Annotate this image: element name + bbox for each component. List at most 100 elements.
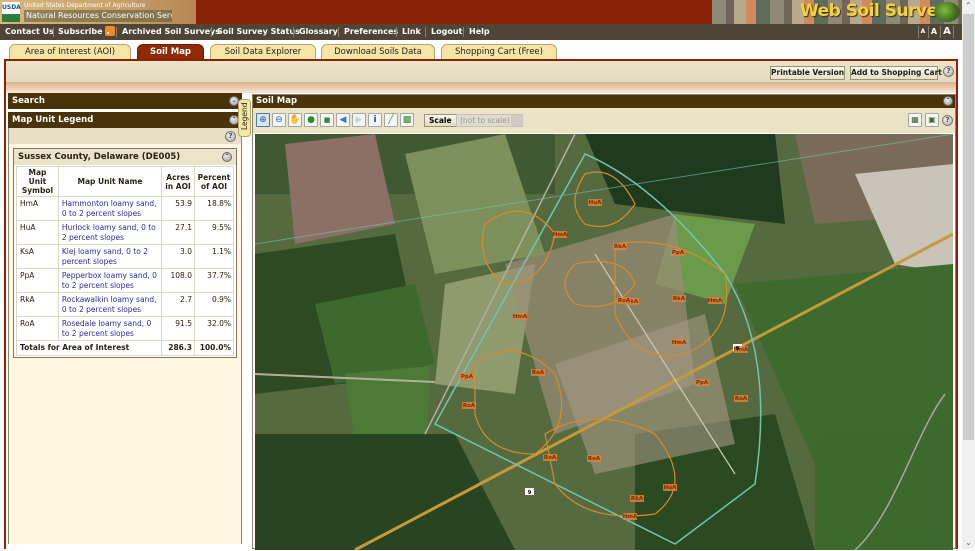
- add-to-shopping-cart-button[interactable]: Add to Shopping Cart: [850, 66, 942, 80]
- nav-glossary[interactable]: Glossary: [299, 24, 338, 40]
- soil-unit-label: HuA: [663, 484, 677, 491]
- tab-download-soils-data[interactable]: Download Soils Data: [321, 44, 435, 59]
- soil-unit-label-text: PpA: [696, 380, 709, 386]
- nav-soil-survey-status[interactable]: Soil Survey Status: [217, 24, 300, 40]
- legend-panel-header[interactable]: Map Unit Legend ⌃: [8, 112, 242, 128]
- nav-contact-us[interactable]: Contact Us: [5, 24, 54, 40]
- column-header-name: Map Unit Name: [57, 166, 163, 197]
- soil-unit-label-text: HmA: [553, 232, 568, 238]
- percent-value: 37.7%: [193, 268, 235, 293]
- font-size-small[interactable]: A: [918, 26, 927, 38]
- collapse-icon[interactable]: ⌃: [943, 96, 953, 106]
- full-extent-globe-icon[interactable]: ●: [304, 113, 318, 127]
- soil-unit-label-text: RoA: [463, 403, 476, 409]
- nav-preferences[interactable]: Preferences: [344, 24, 398, 40]
- scale-select[interactable]: (not to scale): [456, 114, 523, 127]
- nav-help[interactable]: Help: [469, 24, 490, 40]
- table-row: PpA Pepperbox loamy sand, 0 to 2 percent…: [16, 268, 235, 293]
- map-unit-name-link[interactable]: Rosedale loamy sand, 0 to 2 percent slop…: [57, 316, 163, 341]
- soil-unit-label: RoA: [734, 395, 748, 402]
- font-size-large[interactable]: A: [940, 26, 954, 38]
- back-arrow-icon[interactable]: ◀: [336, 113, 350, 127]
- printable-version-button[interactable]: Printable Version: [770, 66, 845, 80]
- scale-button[interactable]: Scale: [424, 114, 457, 127]
- action-bar: Printable Version Add to Shopping Cart ?: [6, 61, 956, 83]
- scrollbar-thumb[interactable]: [963, 14, 974, 440]
- pan-hand-icon[interactable]: ✋: [288, 113, 302, 127]
- nav-archived-soil-surveys[interactable]: Archived Soil Surveys: [122, 24, 220, 40]
- help-icon[interactable]: ?: [942, 115, 953, 126]
- soil-unit-label: HmA: [708, 297, 723, 304]
- nav-logout[interactable]: Logout: [431, 24, 462, 40]
- percent-value: 9.5%: [193, 220, 235, 245]
- identify-info-icon[interactable]: i: [368, 113, 382, 127]
- map-unit-name-link[interactable]: Hurlock loamy sand, 0 to 2 percent slope…: [57, 220, 163, 245]
- nav-link[interactable]: Link: [402, 24, 421, 40]
- legend-panel-title: Map Unit Legend: [12, 115, 94, 125]
- tab-shopping-cart[interactable]: Shopping Cart (Free): [441, 44, 557, 59]
- soil-unit-label-text: RoA: [735, 396, 748, 402]
- legend-toggle-tab[interactable]: Legend: [238, 99, 251, 137]
- map-view-icon[interactable]: ▣: [925, 113, 939, 127]
- soil-map-title: Soil Map: [256, 96, 298, 106]
- zoom-in-icon[interactable]: ⊕: [256, 113, 270, 127]
- map-unit-symbol: RoA: [16, 316, 59, 341]
- table-row: RoA Rosedale loamy sand, 0 to 2 percent …: [16, 316, 235, 341]
- soil-unit-label-text: HuA: [589, 200, 603, 206]
- table-row: RkA Rockawalkin loamy sand, 0 to 2 perce…: [16, 292, 235, 317]
- map-unit-name-link[interactable]: Hammonton loamy sand, 0 to 2 percent slo…: [57, 196, 163, 221]
- print-view-icon[interactable]: ▩: [400, 113, 414, 127]
- totals-label: Totals for Area of Interest: [15, 340, 163, 356]
- soil-unit-label-text: RkA: [614, 244, 627, 250]
- totals-acres: 286.3: [161, 340, 195, 356]
- font-size-medium[interactable]: A: [928, 26, 939, 38]
- nav-separator: [396, 27, 397, 37]
- percent-value: 18.8%: [193, 196, 235, 221]
- collapse-icon[interactable]: ⌃: [222, 152, 232, 162]
- usda-logo[interactable]: USDA United States Department of Agricul…: [0, 0, 196, 24]
- nav-subscribe[interactable]: Subscribe: [58, 24, 115, 40]
- table-row: HmA Hammonton loamy sand, 0 to 2 percent…: [16, 196, 235, 221]
- zoom-out-icon[interactable]: ⊖: [272, 113, 286, 127]
- search-panel-header[interactable]: Search ⌄: [8, 93, 242, 109]
- nav-separator: [338, 27, 339, 37]
- county-name: Sussex County, Delaware (DE005): [18, 152, 181, 162]
- soil-unit-label: RoA: [462, 402, 476, 409]
- soil-unit-label: PpA: [460, 373, 474, 380]
- help-icon[interactable]: ?: [225, 131, 236, 142]
- tab-area-of-interest[interactable]: Area of Interest (AOI): [9, 44, 131, 59]
- table-header-row: Map Unit Symbol Map Unit Name Acres in A…: [16, 166, 235, 197]
- map-unit-name-link[interactable]: Pepperbox loamy sand, 0 to 2 percent slo…: [57, 268, 163, 293]
- zoom-to-aoi-icon[interactable]: ■: [320, 113, 334, 127]
- help-icon[interactable]: ?: [943, 66, 954, 77]
- soil-unit-label: HuA: [588, 199, 602, 206]
- service-name: Natural Resources Conservation Service: [24, 10, 172, 22]
- rss-icon: [104, 26, 115, 36]
- usda-badge: USDA: [2, 2, 21, 14]
- map-unit-name-link[interactable]: Klej loamy sand, 0 to 2 percent slopes: [57, 244, 163, 269]
- county-header: Sussex County, Delaware (DE005) ⌃: [14, 149, 236, 165]
- soil-unit-label-text: PpA: [672, 250, 685, 256]
- tab-soil-map[interactable]: Soil Map: [137, 44, 204, 59]
- scroll-up-arrow-icon[interactable]: ⌃: [962, 0, 975, 12]
- main-tabs: Area of Interest (AOI) Soil Map Soil Dat…: [0, 44, 962, 60]
- site-banner: USDA United States Department of Agricul…: [0, 0, 962, 24]
- web-soil-survey-logo[interactable]: Web Soil Survey: [712, 0, 962, 24]
- measure-ruler-icon[interactable]: ╱: [384, 113, 398, 127]
- scroll-down-arrow-icon[interactable]: ⌄: [962, 537, 975, 549]
- layers-icon[interactable]: ▦: [908, 113, 922, 127]
- tab-soil-data-explorer[interactable]: Soil Data Explorer: [210, 44, 316, 59]
- soil-unit-label: RoA: [531, 369, 545, 376]
- aerial-map-view[interactable]: HuA HmA RkA PpA RkA HmA RkA RoA HmA RoA PpA HmA RoA H…: [255, 134, 953, 550]
- soil-labels-layer: HuA HmA RkA PpA RkA HmA RkA RoA HmA RoA PpA HmA RoA H…: [460, 199, 749, 520]
- soil-unit-label-text: RoA: [532, 370, 545, 376]
- column-header-acres: Acres in AOI: [161, 166, 195, 197]
- forward-arrow-icon[interactable]: ▶: [352, 113, 366, 127]
- seedling-icon: [934, 2, 960, 22]
- soil-unit-label: RoA: [543, 454, 557, 461]
- soil-unit-label-text: RoA: [618, 298, 631, 304]
- map-unit-symbol: HmA: [16, 196, 59, 221]
- soil-unit-label-text: RkA: [673, 296, 686, 302]
- map-unit-name-link[interactable]: Rockawalkin loamy sand, 0 to 2 percent s…: [57, 292, 163, 317]
- acres-value: 108.0: [161, 268, 195, 293]
